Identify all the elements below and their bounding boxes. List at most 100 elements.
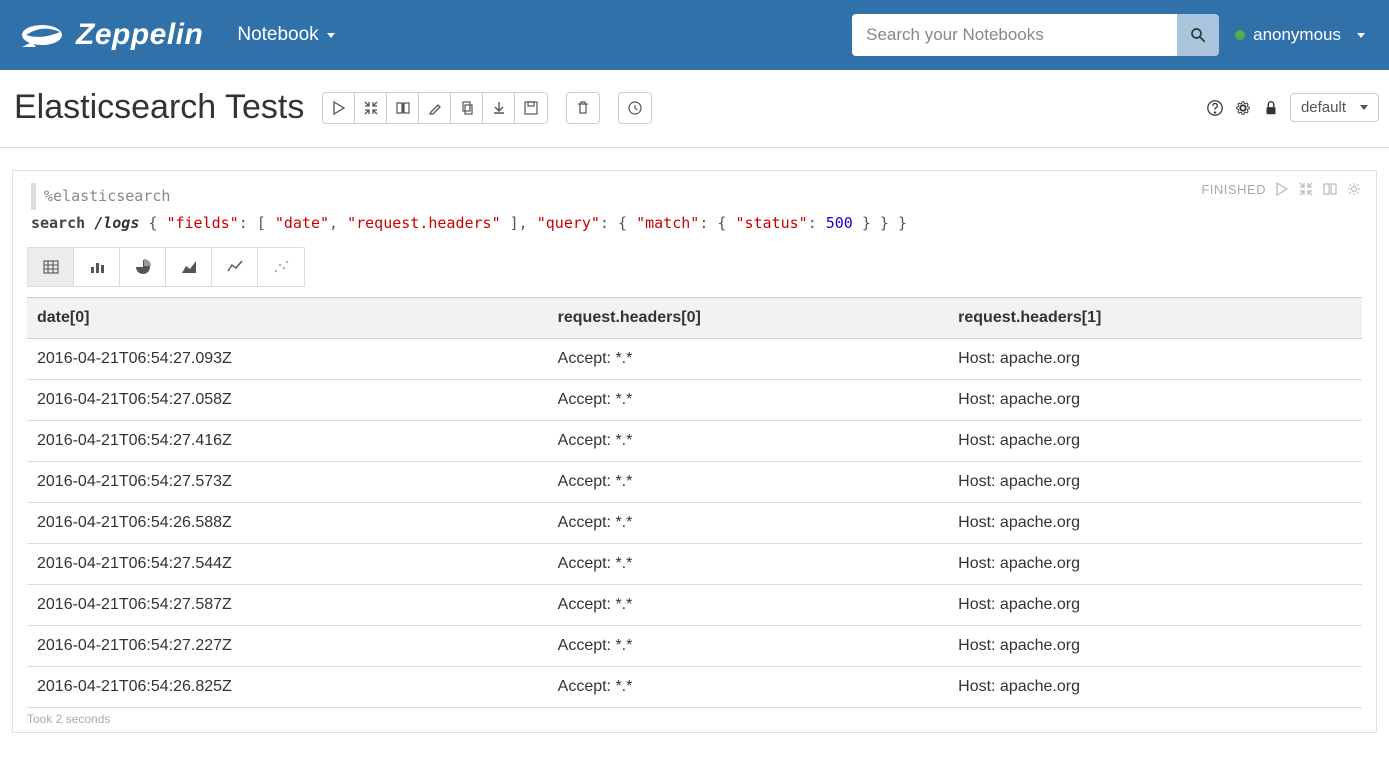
table-row: 2016-04-21T06:54:26.588ZAccept: *.*Host:… [27, 503, 1362, 544]
hide-code-button[interactable] [355, 93, 387, 123]
compress-icon[interactable] [1298, 181, 1314, 197]
status-dot-icon [1235, 30, 1245, 40]
scheduler-button[interactable] [618, 92, 652, 124]
table-cell: Accept: *.* [548, 544, 949, 585]
table-row: 2016-04-21T06:54:27.416ZAccept: *.*Host:… [27, 421, 1362, 462]
caret-down-icon [1357, 33, 1365, 38]
table-cell: Host: apache.org [948, 503, 1362, 544]
search-wrap [852, 14, 1219, 56]
gear-icon[interactable] [1346, 181, 1362, 197]
table-row: 2016-04-21T06:54:26.825ZAccept: *.*Host:… [27, 667, 1362, 708]
table-row: 2016-04-21T06:54:27.093ZAccept: *.*Host:… [27, 339, 1362, 380]
line-chart-icon [227, 259, 243, 275]
table-cell: Host: apache.org [948, 380, 1362, 421]
notebook-menu-label: Notebook [237, 24, 318, 46]
export-note-button[interactable] [483, 93, 515, 123]
play-icon [331, 100, 347, 116]
zeppelin-logo-icon [20, 18, 66, 52]
table-cell: Accept: *.* [548, 626, 949, 667]
code-path: /logs [94, 214, 139, 232]
table-cell: 2016-04-21T06:54:27.227Z [27, 626, 548, 667]
search-input[interactable] [852, 14, 1177, 56]
viz-area-tab[interactable] [166, 248, 212, 286]
viz-bar-tab[interactable] [74, 248, 120, 286]
col-header[interactable]: request.headers[1] [948, 298, 1362, 339]
delete-note-button[interactable] [566, 92, 600, 124]
notebook-body: FINISHED %elasticsearch search /logs { "… [0, 148, 1389, 755]
default-mode-dropdown[interactable]: default [1290, 93, 1379, 122]
gear-icon[interactable] [1234, 99, 1252, 117]
table-cell: Accept: *.* [548, 503, 949, 544]
table-cell: Accept: *.* [548, 667, 949, 708]
table-header-row: date[0] request.headers[0] request.heade… [27, 298, 1362, 339]
viz-pie-tab[interactable] [120, 248, 166, 286]
table-cell: 2016-04-21T06:54:27.573Z [27, 462, 548, 503]
show-output-button[interactable] [387, 93, 419, 123]
area-chart-icon [181, 259, 197, 275]
code-editor[interactable]: %elasticsearch search /logs { "fields": … [27, 181, 1362, 247]
copy-icon [459, 100, 475, 116]
user-label: anonymous [1253, 25, 1341, 45]
table-icon [43, 259, 59, 275]
navbar: Zeppelin Notebook anonymous [0, 0, 1389, 70]
help-icon[interactable] [1206, 99, 1224, 117]
table-cell: Accept: *.* [548, 421, 949, 462]
table-row: 2016-04-21T06:54:27.058ZAccept: *.*Host:… [27, 380, 1362, 421]
table-cell: Host: apache.org [948, 626, 1362, 667]
search-icon [1189, 26, 1207, 44]
table-cell: Accept: *.* [548, 585, 949, 626]
table-row: 2016-04-21T06:54:27.587ZAccept: *.*Host:… [27, 585, 1362, 626]
scatter-chart-icon [273, 259, 289, 275]
table-cell: Host: apache.org [948, 544, 1362, 585]
pie-chart-icon [135, 259, 151, 275]
col-header[interactable]: date[0] [27, 298, 548, 339]
viz-line-tab[interactable] [212, 248, 258, 286]
page-header: Elasticsearch Tests [0, 70, 1389, 148]
eraser-icon [427, 100, 443, 116]
table-row: 2016-04-21T06:54:27.573ZAccept: *.*Host:… [27, 462, 1362, 503]
caret-down-icon [327, 33, 335, 38]
version-control-button[interactable] [515, 93, 547, 123]
table-cell: Accept: *.* [548, 380, 949, 421]
user-menu[interactable]: anonymous [1231, 19, 1369, 51]
table-cell: 2016-04-21T06:54:27.544Z [27, 544, 548, 585]
play-icon[interactable] [1274, 181, 1290, 197]
paragraph-status: FINISHED [1201, 182, 1266, 197]
book-icon[interactable] [1322, 181, 1338, 197]
brand-logo[interactable]: Zeppelin [20, 18, 203, 52]
table-row: 2016-04-21T06:54:27.544ZAccept: *.*Host:… [27, 544, 1362, 585]
clear-output-button[interactable] [419, 93, 451, 123]
table-cell: Accept: *.* [548, 462, 949, 503]
col-header[interactable]: request.headers[0] [548, 298, 949, 339]
paragraph: FINISHED %elasticsearch search /logs { "… [12, 170, 1377, 733]
viz-scatter-tab[interactable] [258, 248, 304, 286]
interpreter-line: %elasticsearch [31, 183, 170, 210]
code-cmd: search [31, 214, 85, 232]
took-label: Took 2 seconds [27, 708, 1362, 726]
header-toolbar-main [322, 92, 548, 124]
book-icon [395, 100, 411, 116]
bar-chart-icon [89, 259, 105, 275]
lock-icon[interactable] [1262, 99, 1280, 117]
save-icon [523, 100, 539, 116]
clone-note-button[interactable] [451, 93, 483, 123]
table-cell: Host: apache.org [948, 667, 1362, 708]
search-button[interactable] [1177, 14, 1219, 56]
notebook-menu[interactable]: Notebook [227, 16, 344, 54]
table-cell: 2016-04-21T06:54:27.587Z [27, 585, 548, 626]
viz-tabs [27, 247, 305, 287]
paragraph-controls: FINISHED [1201, 181, 1362, 197]
table-cell: 2016-04-21T06:54:26.825Z [27, 667, 548, 708]
viz-table-tab[interactable] [28, 248, 74, 286]
run-all-button[interactable] [323, 93, 355, 123]
table-cell: Host: apache.org [948, 462, 1362, 503]
default-mode-label: default [1301, 99, 1346, 116]
table-cell: Accept: *.* [548, 339, 949, 380]
table-cell: Host: apache.org [948, 585, 1362, 626]
page-title: Elasticsearch Tests [14, 88, 304, 127]
caret-down-icon [1360, 105, 1368, 110]
result-table: date[0] request.headers[0] request.heade… [27, 297, 1362, 708]
table-cell: Host: apache.org [948, 421, 1362, 462]
table-cell: Host: apache.org [948, 339, 1362, 380]
table-cell: 2016-04-21T06:54:27.093Z [27, 339, 548, 380]
